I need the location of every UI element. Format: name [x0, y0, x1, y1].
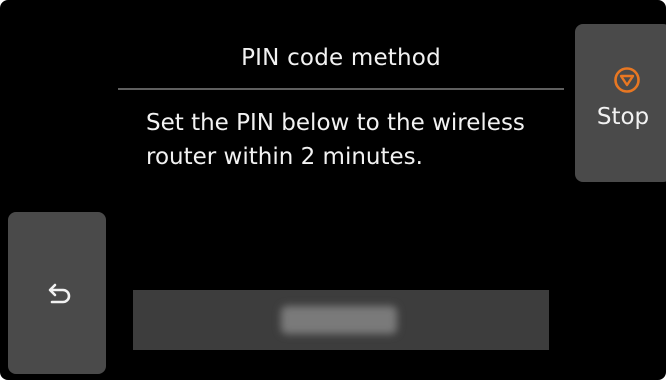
printer-touch-screen: PIN code method Set the PIN below to the…: [0, 0, 666, 380]
pin-code-value-redacted: [281, 306, 397, 334]
stop-button-label: Stop: [596, 104, 650, 130]
back-arrow-icon: [48, 283, 71, 304]
pin-code-field: [133, 290, 549, 350]
stop-icon: [614, 67, 640, 93]
instruction-line-1: Set the PIN below to the wireless: [146, 110, 525, 136]
page-title: PIN code method: [241, 45, 441, 71]
stop-button[interactable]: Stop: [575, 24, 666, 182]
instruction-line-2: router within 2 minutes.: [146, 144, 423, 170]
instruction-message: Set the PIN below to the wireless router…: [146, 106, 556, 174]
back-button[interactable]: [8, 212, 106, 374]
title-divider: [118, 88, 564, 90]
